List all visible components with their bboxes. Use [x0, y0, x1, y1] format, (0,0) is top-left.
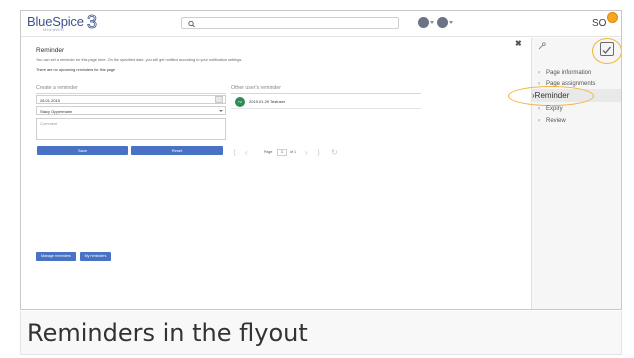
checkmark-icon	[602, 46, 612, 55]
next-page-icon[interactable]: ›	[305, 147, 308, 159]
flyout-panel: ‹ Page information ‹ Page assignments ›Rem…	[508, 38, 621, 309]
save-button[interactable]: Save	[37, 146, 128, 155]
refresh-icon[interactable]: ↻	[331, 147, 338, 159]
user-select[interactable]: Stacy Oppermann	[36, 106, 226, 115]
no-upcoming-message: There are no upcoming reminders for this…	[36, 68, 116, 72]
flyout-item-page-information[interactable]: ‹ Page information	[538, 70, 591, 76]
calendar-icon[interactable]	[215, 96, 223, 103]
comment-field[interactable]: Comment	[36, 118, 226, 140]
screenshot-frame: BlueSpice 3 MediaWiki SO Reminder You ca…	[20, 10, 622, 310]
image-caption: Reminders in the flyout	[20, 311, 622, 355]
svg-text:3: 3	[87, 13, 97, 31]
logo-subtitle: MediaWiki	[43, 27, 65, 32]
other-reminders-heading: Other user's reminder	[231, 85, 282, 91]
edit-menu-button[interactable]	[418, 17, 434, 29]
date-field[interactable]: 28.01.2019	[36, 95, 226, 104]
reminder-description: You can set a reminder for this page her…	[36, 58, 243, 62]
notification-badge[interactable]	[607, 12, 618, 23]
last-page-icon[interactable]: ⟩	[317, 147, 320, 159]
new-menu-button[interactable]	[437, 17, 453, 29]
reminder-entry-text: 2019.01.29 Testuser	[249, 99, 286, 104]
quality-management-icon[interactable]	[600, 42, 614, 56]
page-number-input[interactable]: 1	[277, 149, 287, 156]
reset-button[interactable]: Reset	[131, 146, 223, 155]
page-frame: BlueSpice 3 MediaWiki SO Reminder You ca…	[0, 0, 634, 358]
chevron-left-icon: ‹	[538, 70, 540, 76]
list-item[interactable]: TU 2019.01.29 Testuser	[231, 95, 421, 109]
bluespice-logo[interactable]: BlueSpice 3 MediaWiki	[27, 13, 103, 34]
pencil-icon	[418, 17, 429, 28]
page-label: Page	[264, 150, 273, 154]
my-reminders-button[interactable]: My reminders	[80, 252, 111, 261]
close-icon[interactable]: ✖	[515, 39, 522, 48]
pagination: ⟨ ‹ Page 1 of 1 › ⟩ ↻	[231, 147, 351, 159]
avatar: TU	[235, 97, 245, 107]
flyout-item-expiry[interactable]: ‹ Expiry	[538, 106, 563, 112]
page-of-label: of 1	[290, 150, 296, 154]
chevron-left-icon: ‹	[538, 106, 540, 112]
chevron-down-icon	[430, 21, 434, 24]
reminder-panel: Reminder You can set a reminder for this…	[28, 39, 533, 309]
caption-text: Reminders in the flyout	[27, 319, 308, 347]
logo-three-icon: 3	[86, 13, 97, 31]
prev-page-icon[interactable]: ‹	[245, 147, 248, 159]
search-icon	[188, 20, 195, 28]
first-page-icon[interactable]: ⟨	[233, 147, 236, 159]
manage-reminders-button[interactable]: Manage reminders	[36, 252, 76, 261]
divider	[36, 93, 226, 94]
wrench-icon[interactable]	[538, 42, 546, 50]
chevron-down-icon	[219, 110, 223, 112]
plus-icon	[437, 17, 448, 28]
chevron-down-icon	[449, 21, 453, 24]
top-bar: BlueSpice 3 MediaWiki SO	[21, 11, 621, 37]
flyout-item-review[interactable]: ‹ Review	[538, 118, 566, 124]
highlight-circle	[508, 86, 594, 106]
page-title: Reminder	[36, 47, 65, 54]
search-input[interactable]	[181, 17, 399, 29]
chevron-left-icon: ‹	[538, 118, 540, 124]
divider	[231, 93, 421, 94]
create-reminder-heading: Create a reminder	[36, 85, 78, 91]
user-avatar[interactable]: SO	[592, 18, 606, 29]
